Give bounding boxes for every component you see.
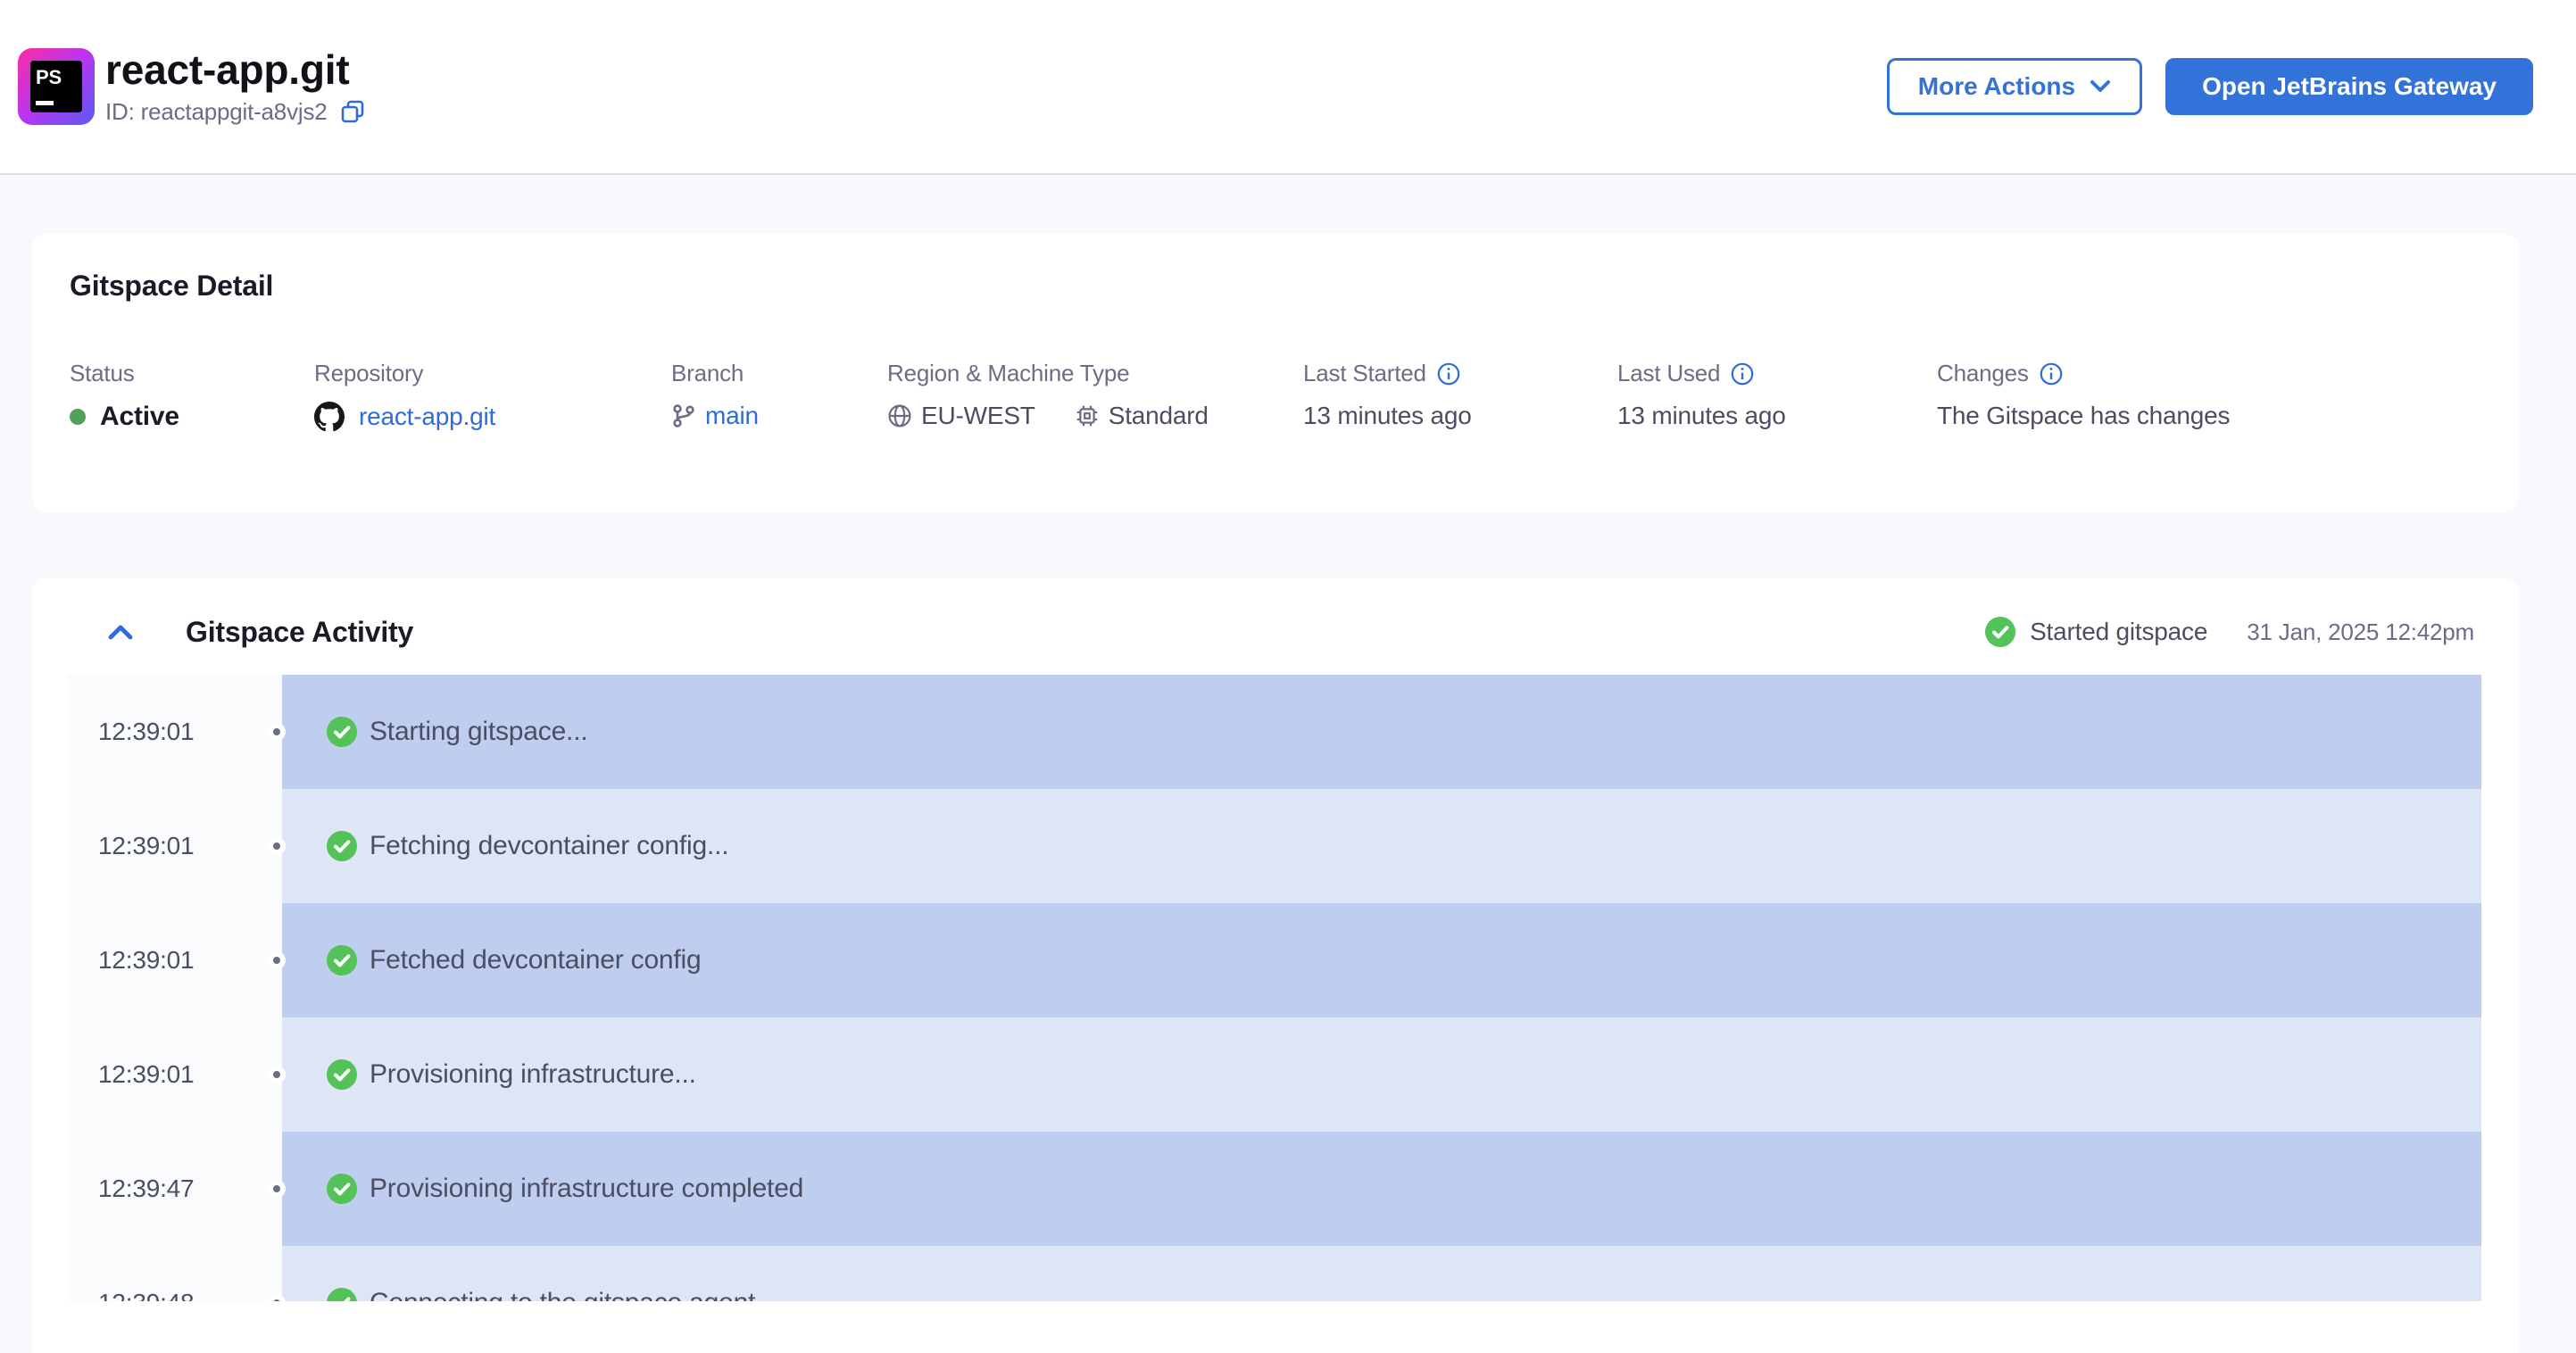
field-branch: Branch main bbox=[671, 360, 887, 432]
copy-icon[interactable] bbox=[340, 99, 365, 124]
activity-log-row: 12:39:48 Connecting to the gitspace agen… bbox=[68, 1246, 2481, 1301]
last-started-value: 13 minutes ago bbox=[1303, 402, 1472, 429]
timeline-dot-icon bbox=[268, 837, 286, 855]
detail-fields: Status Active Repository react-app.git B… bbox=[70, 360, 2476, 432]
chevron-up-icon[interactable] bbox=[107, 624, 134, 640]
log-message: Fetched devcontainer config bbox=[370, 945, 702, 975]
field-last-started: Last Started 13 minutes ago bbox=[1303, 360, 1617, 432]
gitspace-id-row: ID: reactappgit-a8vjs2 bbox=[105, 98, 365, 126]
timeline-dot-icon bbox=[268, 1066, 286, 1083]
activity-log-row: 12:39:01 Fetched devcontainer config bbox=[68, 903, 2481, 1017]
field-repository: Repository react-app.git bbox=[314, 360, 671, 432]
gitspace-activity-card: Gitspace Activity Started gitspace 31 Ja… bbox=[32, 578, 2519, 1353]
machine-chip-icon bbox=[1076, 405, 1097, 427]
title-block: react-app.git ID: reactappgit-a8vjs2 bbox=[105, 47, 365, 126]
machine-type-value: Standard bbox=[1108, 402, 1209, 429]
timeline-dot-icon bbox=[268, 723, 286, 741]
open-jetbrains-gateway-button[interactable]: Open JetBrains Gateway bbox=[2165, 58, 2533, 115]
log-timestamp: 12:39:01 bbox=[68, 675, 282, 789]
activity-status-label: Started gitspace bbox=[2030, 618, 2208, 645]
success-check-icon bbox=[327, 831, 357, 861]
last-started-label: Last Started bbox=[1303, 360, 1426, 386]
phpstorm-logo-text: PS bbox=[30, 61, 82, 112]
last-used-value: 13 minutes ago bbox=[1617, 402, 1786, 429]
success-check-icon bbox=[327, 1174, 357, 1204]
activity-started-at: 31 Jan, 2025 12:42pm bbox=[2247, 618, 2474, 645]
log-message: Starting gitspace... bbox=[370, 717, 588, 746]
github-icon bbox=[314, 402, 345, 432]
log-timestamp: 12:39:47 bbox=[68, 1132, 282, 1246]
activity-log-row: 12:39:01 Fetching devcontainer config... bbox=[68, 789, 2481, 903]
activity-header: Gitspace Activity Started gitspace 31 Ja… bbox=[32, 578, 2519, 675]
activity-title: Gitspace Activity bbox=[186, 615, 414, 648]
success-check-icon bbox=[1985, 617, 2016, 647]
changes-value: The Gitspace has changes bbox=[1937, 402, 2231, 429]
gitspace-detail-page: PS react-app.git ID: reactappgit-a8vjs2 … bbox=[0, 0, 2576, 1353]
active-status-dot-icon bbox=[70, 409, 86, 425]
more-actions-button[interactable]: More Actions bbox=[1886, 58, 2143, 115]
activity-status-area: Started gitspace 31 Jan, 2025 12:42pm bbox=[1985, 617, 2474, 647]
detail-card-title: Gitspace Detail bbox=[70, 270, 274, 302]
log-message: Fetching devcontainer config... bbox=[370, 831, 729, 860]
more-actions-label: More Actions bbox=[1917, 72, 2076, 100]
log-timestamp: 12:39:48 bbox=[68, 1246, 282, 1301]
activity-log-scroll-area[interactable]: 12:39:01 Starting gitspace... 12:39:01 F… bbox=[68, 675, 2481, 1301]
gitspace-detail-card: Gitspace Detail Status Active Repository bbox=[32, 234, 2519, 512]
open-gateway-label: Open JetBrains Gateway bbox=[2202, 72, 2497, 100]
branch-label: Branch bbox=[671, 360, 744, 386]
repository-link[interactable]: react-app.git bbox=[359, 403, 495, 431]
header-actions: More Actions Open JetBrains Gateway bbox=[1886, 58, 2533, 115]
info-icon[interactable] bbox=[2040, 362, 2063, 386]
page-title: react-app.git bbox=[105, 46, 350, 94]
globe-icon bbox=[888, 404, 911, 427]
log-timestamp: 12:39:01 bbox=[68, 903, 282, 1017]
field-last-used: Last Used 13 minutes ago bbox=[1617, 360, 1937, 432]
log-message: Connecting to the gitspace agent... bbox=[370, 1288, 777, 1301]
info-icon[interactable] bbox=[1437, 362, 1460, 386]
region-machine-label: Region & Machine Type bbox=[887, 360, 1130, 386]
repository-label: Repository bbox=[314, 360, 424, 386]
status-value: Active bbox=[100, 402, 179, 431]
field-region-machine: Region & Machine Type EU-WEST Standard bbox=[887, 360, 1303, 432]
gitspace-id: ID: reactappgit-a8vjs2 bbox=[105, 97, 328, 125]
timeline-dot-icon bbox=[268, 951, 286, 969]
activity-log-row: 12:39:47 Provisioning infrastructure com… bbox=[68, 1132, 2481, 1246]
success-check-icon bbox=[327, 945, 357, 975]
timeline-dot-icon bbox=[268, 1180, 286, 1198]
phpstorm-logo-icon: PS bbox=[18, 48, 95, 125]
last-used-label: Last Used bbox=[1617, 360, 1721, 386]
changes-label: Changes bbox=[1937, 360, 2029, 386]
field-changes: Changes The Gitspace has changes bbox=[1937, 360, 2476, 432]
region-value: EU-WEST bbox=[921, 402, 1035, 429]
status-label: Status bbox=[70, 360, 135, 386]
info-icon[interactable] bbox=[1731, 362, 1754, 386]
success-check-icon bbox=[327, 1288, 357, 1301]
git-branch-icon bbox=[673, 404, 694, 427]
field-status: Status Active bbox=[70, 360, 314, 432]
page-header: PS react-app.git ID: reactappgit-a8vjs2 … bbox=[0, 0, 2576, 175]
log-message: Provisioning infrastructure completed bbox=[370, 1174, 804, 1203]
log-timestamp: 12:39:01 bbox=[68, 1017, 282, 1132]
branch-link[interactable]: main bbox=[705, 402, 759, 430]
main-content: Gitspace Detail Status Active Repository bbox=[0, 234, 2576, 1353]
activity-log-row: 12:39:01 Provisioning infrastructure... bbox=[68, 1017, 2481, 1132]
log-timestamp: 12:39:01 bbox=[68, 789, 282, 903]
log-message: Provisioning infrastructure... bbox=[370, 1059, 696, 1089]
chevron-down-icon bbox=[2090, 80, 2111, 92]
activity-log-row: 12:39:01 Starting gitspace... bbox=[68, 675, 2481, 789]
success-check-icon bbox=[327, 717, 357, 747]
success-check-icon bbox=[327, 1059, 357, 1090]
